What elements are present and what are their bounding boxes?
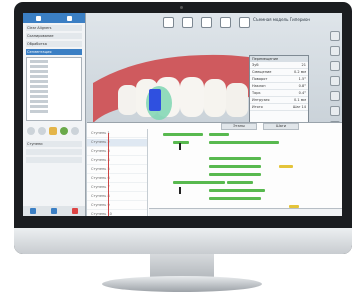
monitor-chin [14,228,352,254]
tool-icon[interactable] [330,61,340,71]
lock-icon[interactable] [49,127,57,135]
panel-row-selected[interactable]: Сегментация [26,49,82,55]
panel-row[interactable]: Ступени [26,141,82,147]
timeline-bar[interactable] [209,173,261,176]
rotate-view-icon[interactable] [220,17,231,28]
timeline-bar[interactable] [209,141,279,144]
timeline-tree-row[interactable]: Ступень 10 [87,211,147,216]
selected-tooth-highlight [149,89,161,111]
treatment-timeline: Этапы Шаги Ступень 1 Ступень 2 Ступень 3 Ст… [87,122,342,216]
tooth-icon[interactable] [27,127,35,135]
eye-icon[interactable] [60,127,68,135]
close-icon[interactable] [71,208,78,214]
timeline-tree-row[interactable]: Ступень 1 [87,130,147,138]
timeline-bar[interactable] [209,165,261,168]
window-title: Съемная модель Гиперион [253,17,311,22]
back-icon[interactable] [30,208,37,214]
timeline-bars[interactable] [149,129,342,209]
timeline-bar[interactable] [279,165,293,168]
timeline-bar[interactable] [209,133,229,136]
timeline-marker[interactable] [179,187,181,194]
panel-row[interactable] [26,149,82,155]
side-view-icon[interactable] [201,17,212,28]
dialog-row[interactable]: Зуб 21 [250,62,308,69]
tool-icon[interactable] [330,106,340,116]
left-panel: Clear Aligners Сканирование Обработка Се… [23,13,86,216]
tooth-list[interactable] [26,57,82,121]
timeline-tree-row[interactable]: Ступень 7 [87,184,147,192]
timeline-bar[interactable] [173,181,225,184]
tool-icon[interactable] [330,76,340,86]
reset-view-icon[interactable] [239,17,250,28]
timeline-cursor[interactable] [108,133,109,216]
left-panel-toolbar [23,13,85,23]
panel-row[interactable]: Clear Aligners [26,25,82,31]
tool-icon[interactable] [330,46,340,56]
timeline-tree-row[interactable]: Ступень 8 [87,193,147,201]
dialog-row[interactable]: Поворот 1.5° [250,76,308,83]
camera-dot [180,6,183,9]
timeline-bar[interactable] [163,133,203,136]
timeline-bar[interactable] [209,197,261,200]
timeline-tree: Ступень 1 Ступень 2 Ступень 3 Ступень 4 Ступ… [87,129,148,216]
monitor-stand-base [102,276,262,292]
panel-row[interactable]: Сканирование [26,33,82,39]
timeline-tree-row[interactable]: Ступень 6 [87,175,147,183]
left-panel-footer [23,206,85,216]
tool-icon[interactable] [330,91,340,101]
new-icon[interactable] [36,15,41,21]
panel-row[interactable] [26,157,82,163]
grid-icon[interactable] [71,127,79,135]
tool-icon[interactable] [330,31,340,41]
timeline-bar[interactable] [227,181,253,184]
visibility-toggles [23,123,85,139]
timeline-bar[interactable] [173,141,189,144]
save-icon[interactable] [67,15,72,21]
timeline-ruler[interactable] [149,208,342,216]
timeline-bar[interactable] [209,189,265,192]
top-view-icon[interactable] [182,17,193,28]
panel-row[interactable]: Обработка [26,41,82,47]
timeline-tree-row[interactable]: Ступень 9 [87,202,147,210]
dialog-row[interactable]: Торк 0.4° [250,90,308,97]
timeline-tree-row[interactable]: Ступень 3 [87,148,147,156]
gum-icon[interactable] [38,127,46,135]
timeline-bar[interactable] [209,157,261,160]
dialog-row[interactable]: Наклон 0.8° [250,83,308,90]
app-screen: Clear Aligners Сканирование Обработка Се… [23,13,342,216]
front-view-icon[interactable] [163,17,174,28]
view-toolbar [163,17,250,28]
timeline-tree-row[interactable]: Ступень 4 [87,157,147,165]
timeline-tree-row[interactable]: Ступень 2 [87,139,147,147]
dialog-row[interactable]: Смещение 0.2 мм [250,69,308,76]
dialog-row[interactable]: Итого Шаг 14 [250,104,308,111]
next-icon[interactable] [50,208,57,214]
timeline-marker[interactable] [179,143,181,150]
movement-dialog: Перемещение Зуб 21 Смещение 0.2 мм Поворот… [249,55,309,125]
dialog-row[interactable]: Интрузия 0.1 мм [250,97,308,104]
timeline-tree-row[interactable]: Ступень 5 [87,166,147,174]
